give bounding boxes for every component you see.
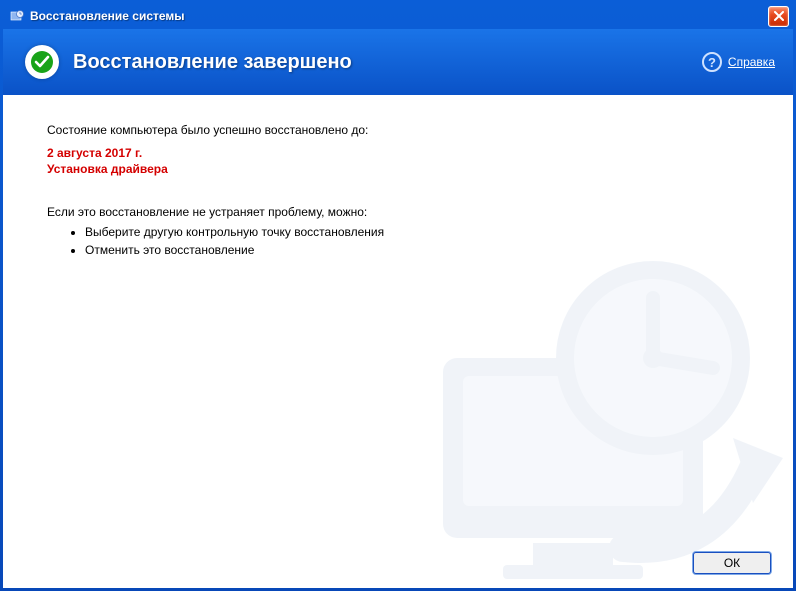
- ok-button[interactable]: ОК: [693, 552, 771, 574]
- advice-list: Выберите другую контрольную точку восста…: [85, 225, 749, 257]
- restore-point-date: 2 августа 2017 г.: [47, 145, 749, 161]
- content-area: Состояние компьютера было успешно восста…: [3, 95, 793, 588]
- system-restore-window: Восстановление системы Восстановление за…: [0, 0, 796, 591]
- restore-point-name: Установка драйвера: [47, 161, 749, 177]
- help-icon[interactable]: ?: [702, 52, 722, 72]
- watermark-art-icon: [373, 258, 793, 588]
- close-button[interactable]: [768, 6, 789, 27]
- advice-intro: Если это восстановление не устраняет про…: [47, 205, 749, 219]
- header-band: Восстановление завершено ? Справка: [3, 29, 793, 95]
- window-title: Восстановление системы: [30, 9, 768, 23]
- list-item: Отменить это восстановление: [85, 243, 749, 257]
- titlebar: Восстановление системы: [3, 3, 793, 29]
- footer: ОК: [693, 552, 771, 574]
- help-link[interactable]: Справка: [728, 55, 775, 69]
- app-icon: [9, 8, 25, 24]
- success-check-icon: [25, 45, 59, 79]
- help-area: ? Справка: [702, 52, 775, 72]
- restored-to-label: Состояние компьютера было успешно восста…: [47, 123, 749, 137]
- page-title: Восстановление завершено: [73, 51, 352, 74]
- list-item: Выберите другую контрольную точку восста…: [85, 225, 749, 239]
- restore-point-info: 2 августа 2017 г. Установка драйвера: [47, 145, 749, 177]
